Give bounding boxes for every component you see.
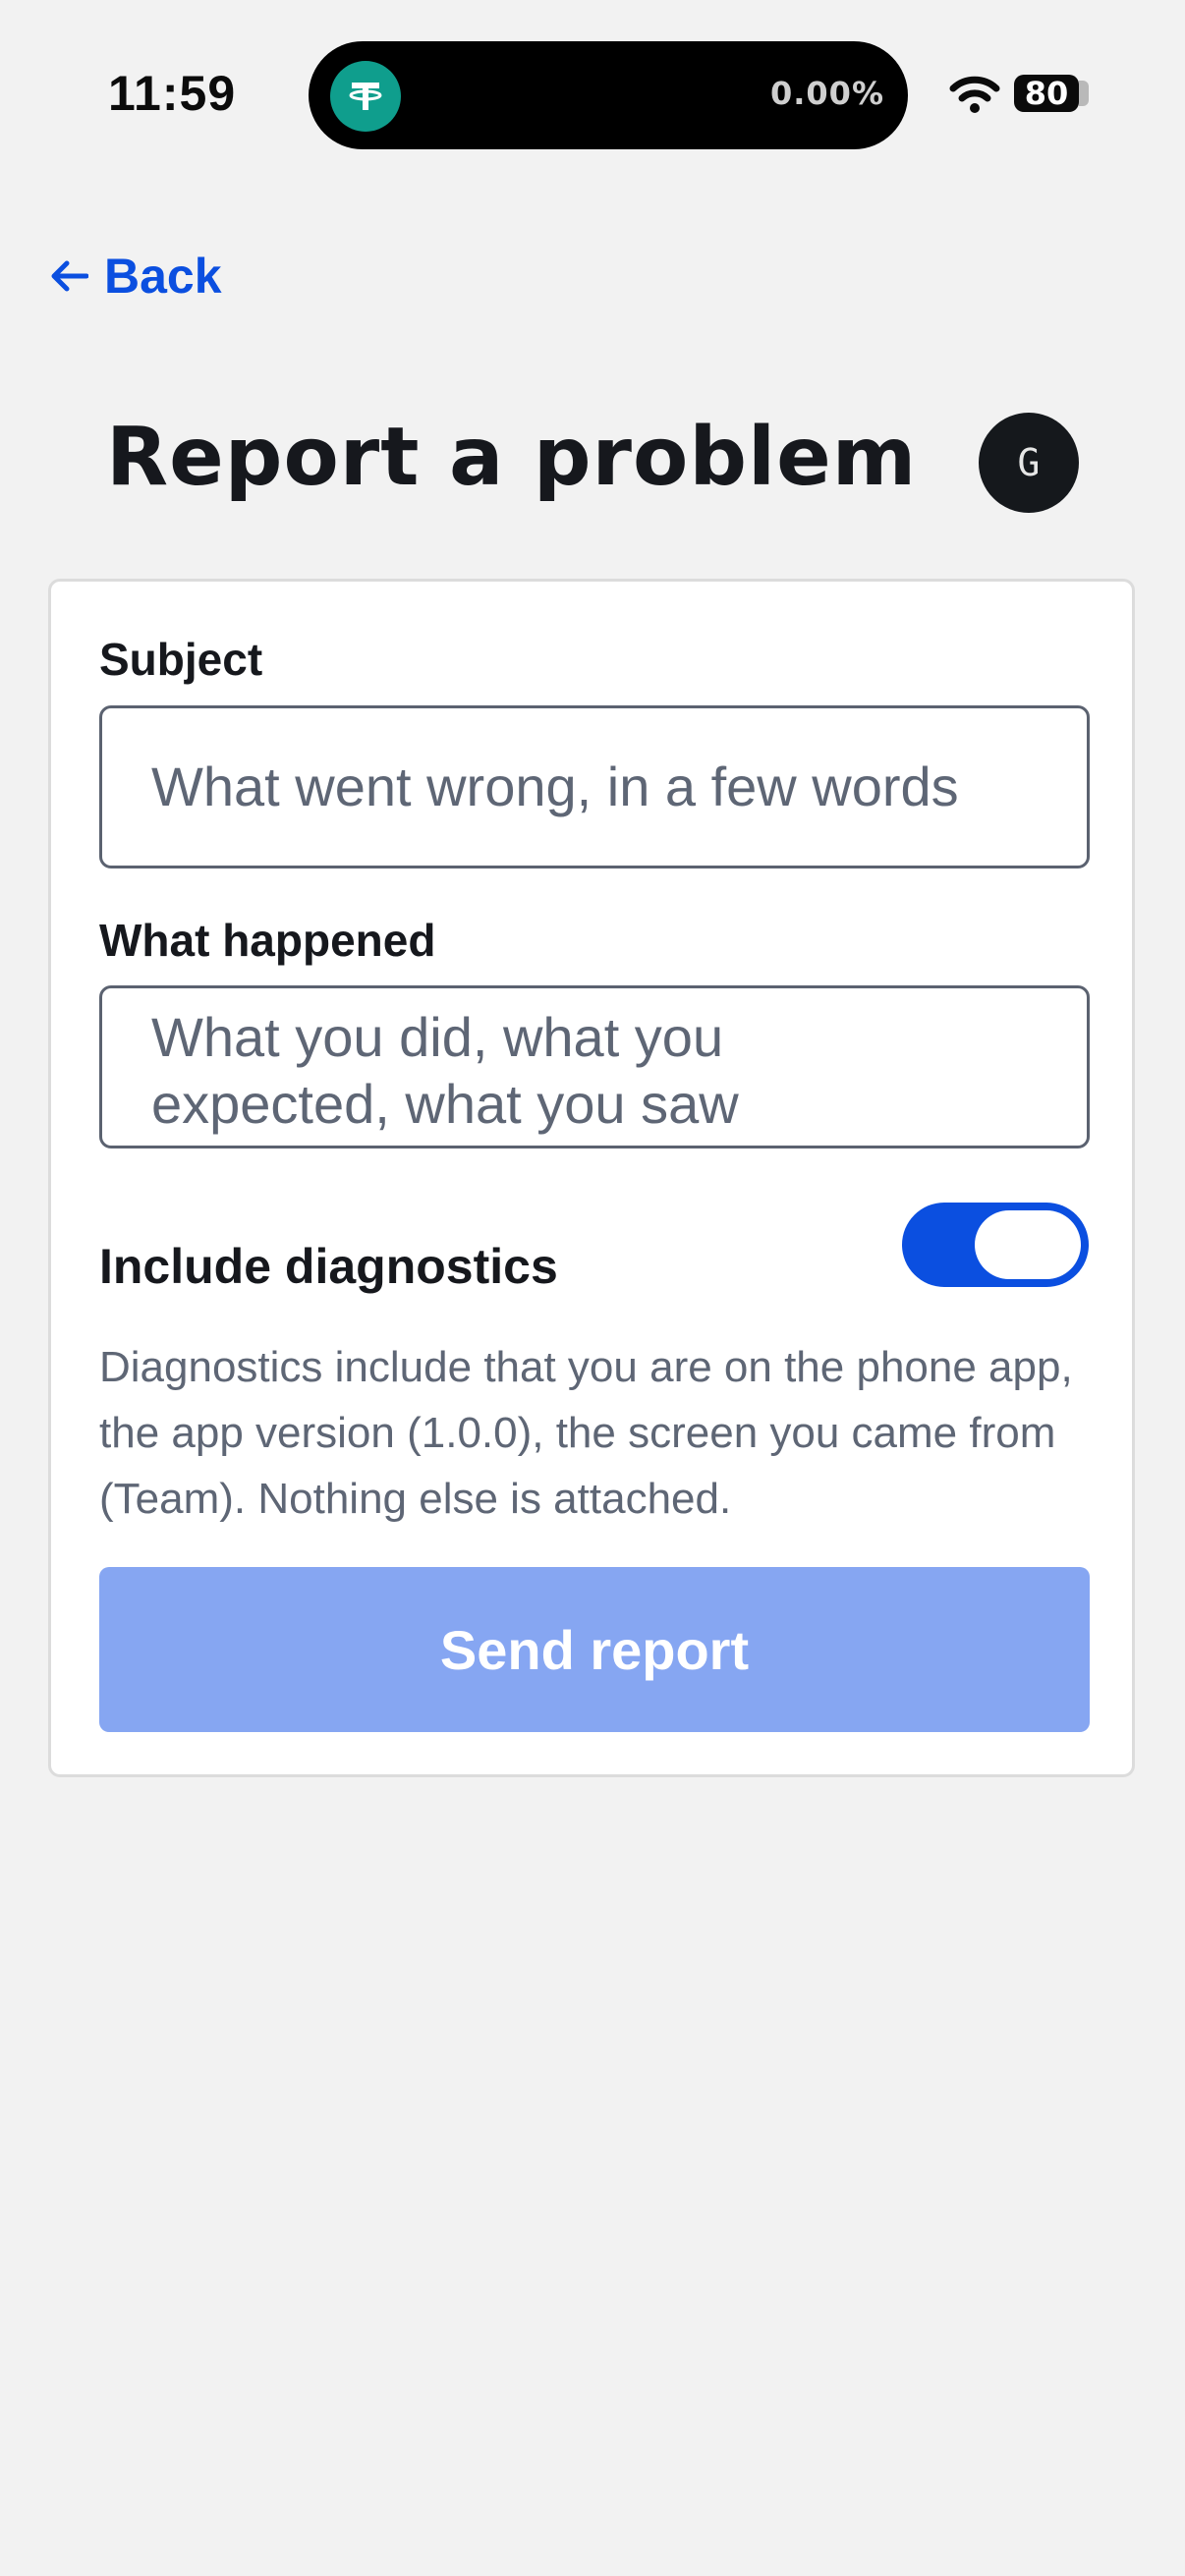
- diagnostics-description: Diagnostics include that you are on the …: [99, 1343, 1073, 1523]
- battery-icon: 80: [1014, 75, 1079, 112]
- subject-input[interactable]: What went wrong, in a few words: [99, 705, 1090, 868]
- page-title: Report a problem: [106, 411, 918, 504]
- arrow-left-icon: [51, 260, 88, 292]
- dynamic-island: 0.00%: [309, 41, 908, 149]
- back-button[interactable]: Back: [49, 248, 222, 305]
- send-report-button[interactable]: Send report: [99, 1567, 1090, 1732]
- details-label: What happened: [99, 915, 436, 966]
- back-label: Back: [104, 249, 222, 304]
- ticker-percent: 0.00%: [769, 75, 884, 112]
- diagnostics-toggle[interactable]: [902, 1203, 1089, 1287]
- diagnostics-label: Include diagnostics: [99, 1239, 558, 1294]
- subject-label: Subject: [99, 634, 263, 685]
- avatar[interactable]: G: [979, 413, 1079, 513]
- tether-icon: [330, 61, 401, 132]
- subject-placeholder: What went wrong, in a few words: [151, 756, 959, 817]
- status-time: 11:59: [108, 66, 237, 121]
- battery-level: 80: [1024, 75, 1069, 112]
- toggle-knob: [975, 1210, 1081, 1279]
- details-textarea[interactable]: What you did, what you expected, what yo…: [99, 985, 1090, 1148]
- wifi-icon: [949, 75, 1000, 119]
- battery-cap: [1079, 81, 1089, 106]
- details-placeholder: What you did, what you expected, what yo…: [151, 1006, 739, 1135]
- report-form-card: Subject What went wrong, in a few words …: [48, 579, 1135, 1777]
